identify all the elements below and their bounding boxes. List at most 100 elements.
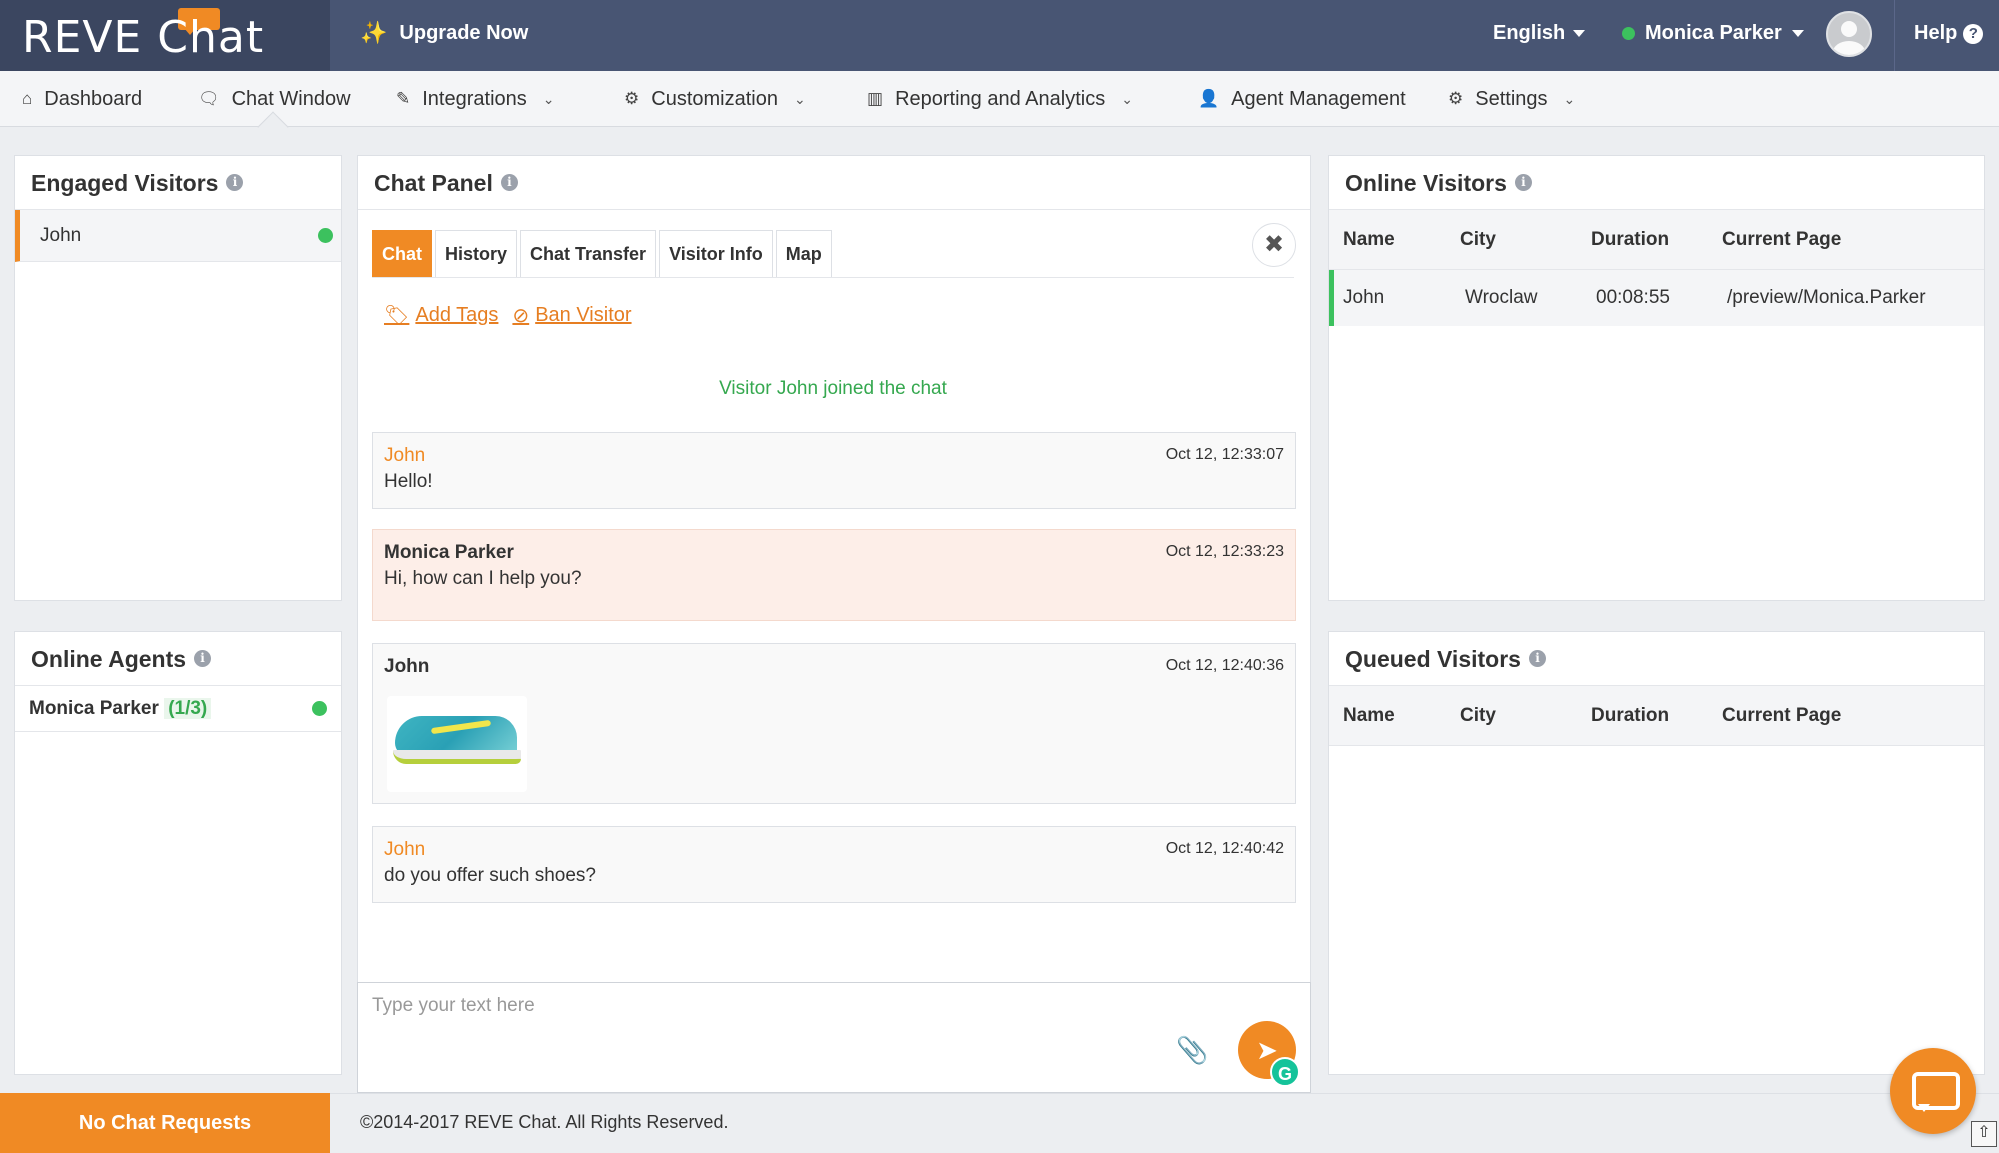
chevron-down-icon: ⌄ bbox=[1563, 90, 1576, 107]
chat-panel-title: Chat Panel bbox=[374, 169, 493, 196]
tags-icon: 🏷 bbox=[384, 305, 410, 327]
info-icon[interactable]: i bbox=[1528, 650, 1546, 667]
message-time: Oct 12, 12:40:42 bbox=[1165, 840, 1284, 857]
logo: REVE Chat bbox=[22, 12, 265, 63]
online-visitors-title: Online Visitors bbox=[1345, 169, 1507, 196]
cell-current-page: /preview/Monica.Parker bbox=[1727, 287, 1926, 308]
system-message: Visitor John joined the chat bbox=[719, 378, 947, 399]
chat-message: John Oct 12, 12:40:42 do you offer such … bbox=[372, 826, 1296, 903]
grammarly-icon[interactable]: G bbox=[1270, 1057, 1300, 1087]
nav-customization[interactable]: ⚙ Customization ⌄ bbox=[624, 71, 806, 127]
column-header[interactable]: Name bbox=[1329, 705, 1460, 727]
help-button[interactable]: Help ? bbox=[1914, 22, 1984, 45]
home-icon: ⌂ bbox=[22, 89, 33, 108]
table-header: Name City Duration Current Page bbox=[1329, 210, 1984, 270]
divider bbox=[1894, 0, 1895, 71]
table-header: Name City Duration Current Page bbox=[1329, 686, 1984, 746]
nav-label: Settings bbox=[1475, 87, 1548, 110]
nav-label: Dashboard bbox=[44, 87, 143, 110]
chevron-down-icon: ⌄ bbox=[542, 90, 555, 107]
engaged-visitor-item[interactable]: John bbox=[15, 210, 341, 262]
engaged-visitors-panel: Engaged Visitors i John bbox=[14, 155, 342, 601]
visitor-name: John bbox=[40, 224, 82, 246]
chat-icon: 🗨 bbox=[198, 89, 220, 108]
ban-visitor-label: Ban Visitor bbox=[535, 304, 632, 326]
add-tags-link[interactable]: 🏷 Add Tags bbox=[384, 303, 498, 328]
message-sender: John bbox=[384, 839, 426, 860]
info-icon[interactable]: i bbox=[500, 174, 518, 191]
info-icon[interactable]: i bbox=[194, 650, 212, 667]
ban-visitor-link[interactable]: ⊘ Ban Visitor bbox=[512, 303, 631, 328]
message-sender: Monica Parker bbox=[384, 542, 514, 563]
nav-label: Integrations bbox=[422, 87, 527, 110]
nav-dashboard[interactable]: ⌂ Dashboard bbox=[22, 71, 142, 127]
column-header[interactable]: City bbox=[1460, 229, 1591, 251]
language-label: English bbox=[1493, 22, 1566, 44]
column-header[interactable]: Name bbox=[1329, 229, 1460, 251]
caret-down-icon bbox=[1791, 30, 1804, 37]
chat-widget-button[interactable] bbox=[1890, 1048, 1976, 1134]
message-text: Hi, how can I help you? bbox=[384, 568, 582, 589]
online-status-icon bbox=[318, 228, 333, 243]
add-tags-label: Add Tags bbox=[415, 304, 499, 326]
chat-actions: 🏷 Add Tags ⊘ Ban Visitor bbox=[384, 303, 632, 328]
agent-item[interactable]: Monica Parker (1/3) bbox=[15, 686, 341, 732]
copyright-text: ©2014-2017 REVE Chat. All Rights Reserve… bbox=[360, 1112, 729, 1132]
close-chat-button[interactable]: ✖ bbox=[1252, 223, 1296, 267]
info-icon[interactable]: i bbox=[1514, 174, 1532, 191]
chat-message: John Oct 12, 12:40:36 bbox=[372, 643, 1296, 804]
logo-area: REVE Chat bbox=[0, 0, 330, 71]
upgrade-now-button[interactable]: ✨ Upgrade Now bbox=[360, 20, 528, 46]
column-header[interactable]: Current Page bbox=[1722, 229, 1984, 251]
tab-history[interactable]: History bbox=[435, 230, 518, 278]
online-agents-title: Online Agents bbox=[31, 645, 187, 672]
scroll-top-icon[interactable]: ⇧ bbox=[1971, 1121, 1997, 1147]
message-text: do you offer such shoes? bbox=[384, 865, 596, 886]
question-icon: ? bbox=[1963, 23, 1984, 44]
tab-chat-transfer[interactable]: Chat Transfer bbox=[520, 230, 657, 278]
nav-settings[interactable]: ⚙ Settings ⌄ bbox=[1448, 71, 1575, 127]
tab-map[interactable]: Map bbox=[775, 230, 832, 278]
message-time: Oct 12, 12:33:07 bbox=[1165, 446, 1284, 463]
no-chat-requests-button[interactable]: No Chat Requests bbox=[0, 1093, 330, 1153]
info-icon[interactable]: i bbox=[226, 174, 244, 191]
chevron-down-icon: ⌄ bbox=[793, 90, 806, 107]
help-label: Help bbox=[1914, 22, 1958, 44]
chevron-down-icon: ⌄ bbox=[1121, 90, 1133, 107]
agent-chat-load: (1/3) bbox=[164, 697, 212, 719]
shoe-image[interactable] bbox=[387, 696, 527, 792]
panel-title: Online Agents i bbox=[15, 632, 341, 686]
chat-input[interactable]: Type your text here 📎 ➤ G bbox=[357, 982, 1311, 1093]
column-header[interactable]: Duration bbox=[1591, 229, 1722, 251]
agent-name: Monica Parker bbox=[29, 697, 159, 719]
panel-title: Queued Visitors i bbox=[1329, 632, 1984, 686]
divider bbox=[372, 277, 1294, 278]
chat-tabs: Chat History Chat Transfer Visitor Info … bbox=[372, 230, 832, 278]
column-header[interactable]: Duration bbox=[1591, 705, 1722, 727]
chat-message: John Oct 12, 12:33:07 Hello! bbox=[372, 432, 1296, 509]
cell-city: Wroclaw bbox=[1465, 287, 1538, 308]
language-dropdown[interactable]: English bbox=[1493, 22, 1586, 45]
nav-label: Chat Window bbox=[231, 87, 351, 110]
nav-reporting[interactable]: ▥ Reporting and Analytics ⌄ bbox=[867, 71, 1133, 127]
engaged-visitors-title: Engaged Visitors bbox=[31, 169, 219, 196]
tab-chat[interactable]: Chat bbox=[372, 230, 432, 278]
online-status-icon bbox=[312, 701, 327, 716]
online-visitors-panel: Online Visitors i Name City Duration Cur… bbox=[1328, 155, 1985, 601]
nav-agent-management[interactable]: 👤 Agent Management bbox=[1198, 71, 1406, 127]
gears-icon: ⚙ bbox=[1448, 89, 1464, 108]
cell-duration: 00:08:55 bbox=[1596, 287, 1670, 308]
attachment-icon[interactable]: 📎 bbox=[1176, 1035, 1208, 1066]
magic-wand-icon: ✨ bbox=[360, 20, 388, 45]
nav-integrations[interactable]: ✎ Integrations ⌄ bbox=[396, 71, 555, 127]
nav-label: Customization bbox=[651, 87, 778, 110]
panel-title: Engaged Visitors i bbox=[15, 156, 341, 210]
column-header[interactable]: City bbox=[1460, 705, 1591, 727]
tab-visitor-info[interactable]: Visitor Info bbox=[659, 230, 773, 278]
agent-status-dropdown[interactable]: Monica Parker bbox=[1622, 22, 1804, 45]
shoe-sole bbox=[393, 750, 521, 764]
cell-name: John bbox=[1343, 287, 1385, 308]
column-header[interactable]: Current Page bbox=[1722, 705, 1984, 727]
table-row[interactable]: John Wroclaw 00:08:55 /preview/Monica.Pa… bbox=[1329, 270, 1984, 326]
avatar[interactable] bbox=[1826, 11, 1872, 57]
